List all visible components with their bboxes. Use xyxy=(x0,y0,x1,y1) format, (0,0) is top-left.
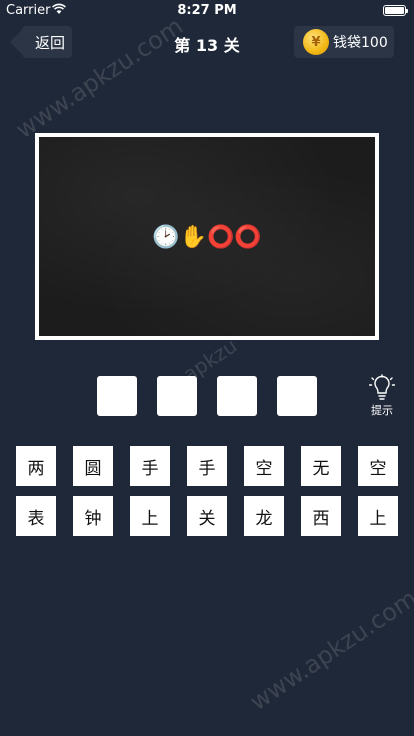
char-tile[interactable]: 表 xyxy=(16,496,56,536)
answer-slot[interactable] xyxy=(97,376,137,416)
hint-button[interactable]: 提示 xyxy=(366,374,398,422)
wallet-button[interactable]: ¥ 钱袋100 xyxy=(294,26,394,58)
char-tile[interactable]: 手 xyxy=(130,446,170,486)
lightbulb-icon xyxy=(369,374,395,400)
status-time: 8:27 PM xyxy=(177,3,237,18)
puzzle-image: 🕑✋⭕⭕ xyxy=(35,133,379,340)
char-tile[interactable]: 龙 xyxy=(244,496,284,536)
char-tile[interactable]: 手 xyxy=(187,446,227,486)
char-tile[interactable]: 上 xyxy=(130,496,170,536)
battery-icon xyxy=(383,5,408,16)
watermark: www.apkzu.com xyxy=(244,583,414,717)
char-tile[interactable]: 空 xyxy=(244,446,284,486)
nav-bar: 返回 第 13 关 ¥ 钱袋100 xyxy=(0,20,414,64)
char-tile[interactable]: 空 xyxy=(358,446,398,486)
char-tile[interactable]: 关 xyxy=(187,496,227,536)
puzzle-emojis: 🕑✋⭕⭕ xyxy=(152,225,262,250)
char-tile[interactable]: 上 xyxy=(358,496,398,536)
char-tile[interactable]: 钟 xyxy=(73,496,113,536)
coin-icon: ¥ xyxy=(303,29,329,55)
answer-slot[interactable] xyxy=(157,376,197,416)
char-tile[interactable]: 无 xyxy=(301,446,341,486)
char-tile[interactable]: 两 xyxy=(16,446,56,486)
char-tile[interactable]: 圆 xyxy=(73,446,113,486)
wallet-label: 钱袋100 xyxy=(333,35,388,51)
status-bar: Carrier 8:27 PM xyxy=(0,0,414,20)
hint-label: 提示 xyxy=(371,404,393,417)
answer-slot[interactable] xyxy=(277,376,317,416)
answer-slot[interactable] xyxy=(217,376,257,416)
char-tile[interactable]: 西 xyxy=(301,496,341,536)
back-label: 返回 xyxy=(34,33,65,52)
